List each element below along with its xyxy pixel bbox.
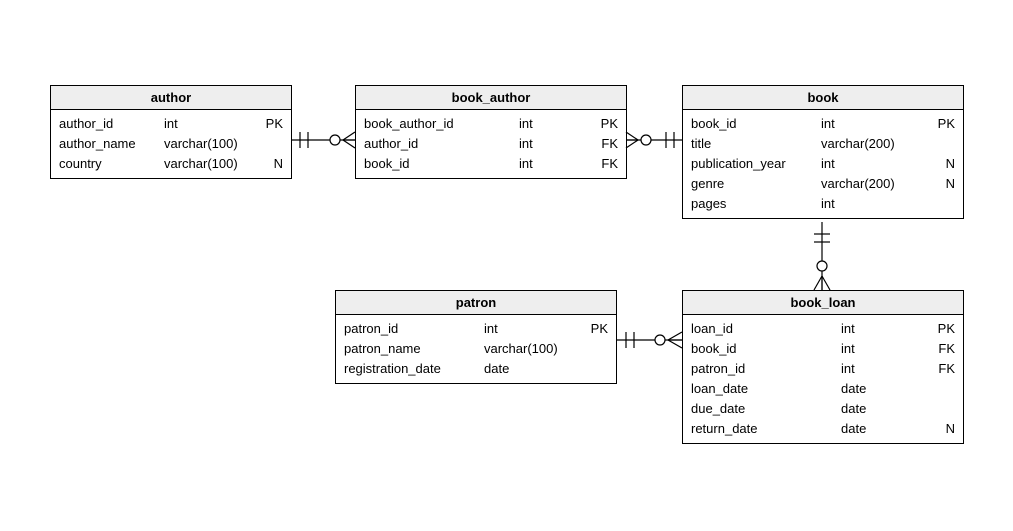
table-row: book_idintPK [691,114,955,134]
table-row: loan_datedate [691,379,955,399]
table-row: author_namevarchar(100) [59,134,283,154]
entity-book-loan-title: book_loan [683,291,963,315]
rel-author-bookauthor [291,132,355,148]
table-row: return_datedateN [691,419,955,439]
table-row: genrevarchar(200)N [691,174,955,194]
table-row: book_idintFK [364,154,618,174]
table-row: author_idintPK [59,114,283,134]
table-row: registration_datedate [344,359,608,379]
table-row: loan_idintPK [691,319,955,339]
entity-patron: patron patron_idintPK patron_namevarchar… [335,290,617,384]
rel-patron-bookloan [616,332,682,348]
table-row: patron_idintPK [344,319,608,339]
entity-patron-title: patron [336,291,616,315]
entity-book-body: book_idintPK titlevarchar(200) publicati… [683,110,963,218]
er-diagram-canvas: author author_idintPK author_namevarchar… [0,0,1013,531]
entity-book: book book_idintPK titlevarchar(200) publ… [682,85,964,219]
entity-author: author author_idintPK author_namevarchar… [50,85,292,179]
entity-book-author-body: book_author_idintPK author_idintFK book_… [356,110,626,178]
entity-book-title: book [683,86,963,110]
table-row: patron_idintFK [691,359,955,379]
table-row: book_author_idintPK [364,114,618,134]
entity-book-author-title: book_author [356,86,626,110]
table-row: publication_yearintN [691,154,955,174]
table-row: countryvarchar(100)N [59,154,283,174]
entity-author-title: author [51,86,291,110]
table-row: titlevarchar(200) [691,134,955,154]
table-row: author_idintFK [364,134,618,154]
entity-book-loan: book_loan loan_idintPK book_idintFK patr… [682,290,964,444]
entity-book-loan-body: loan_idintPK book_idintFK patron_idintFK… [683,315,963,443]
relationship-lines [0,0,1013,531]
rel-book-bookauthor [626,132,682,148]
table-row: due_datedate [691,399,955,419]
table-row: patron_namevarchar(100) [344,339,608,359]
table-row: book_idintFK [691,339,955,359]
table-row: pagesint [691,194,955,214]
entity-author-body: author_idintPK author_namevarchar(100) c… [51,110,291,178]
entity-book-author: book_author book_author_idintPK author_i… [355,85,627,179]
entity-patron-body: patron_idintPK patron_namevarchar(100) r… [336,315,616,383]
rel-book-bookloan [814,222,830,290]
